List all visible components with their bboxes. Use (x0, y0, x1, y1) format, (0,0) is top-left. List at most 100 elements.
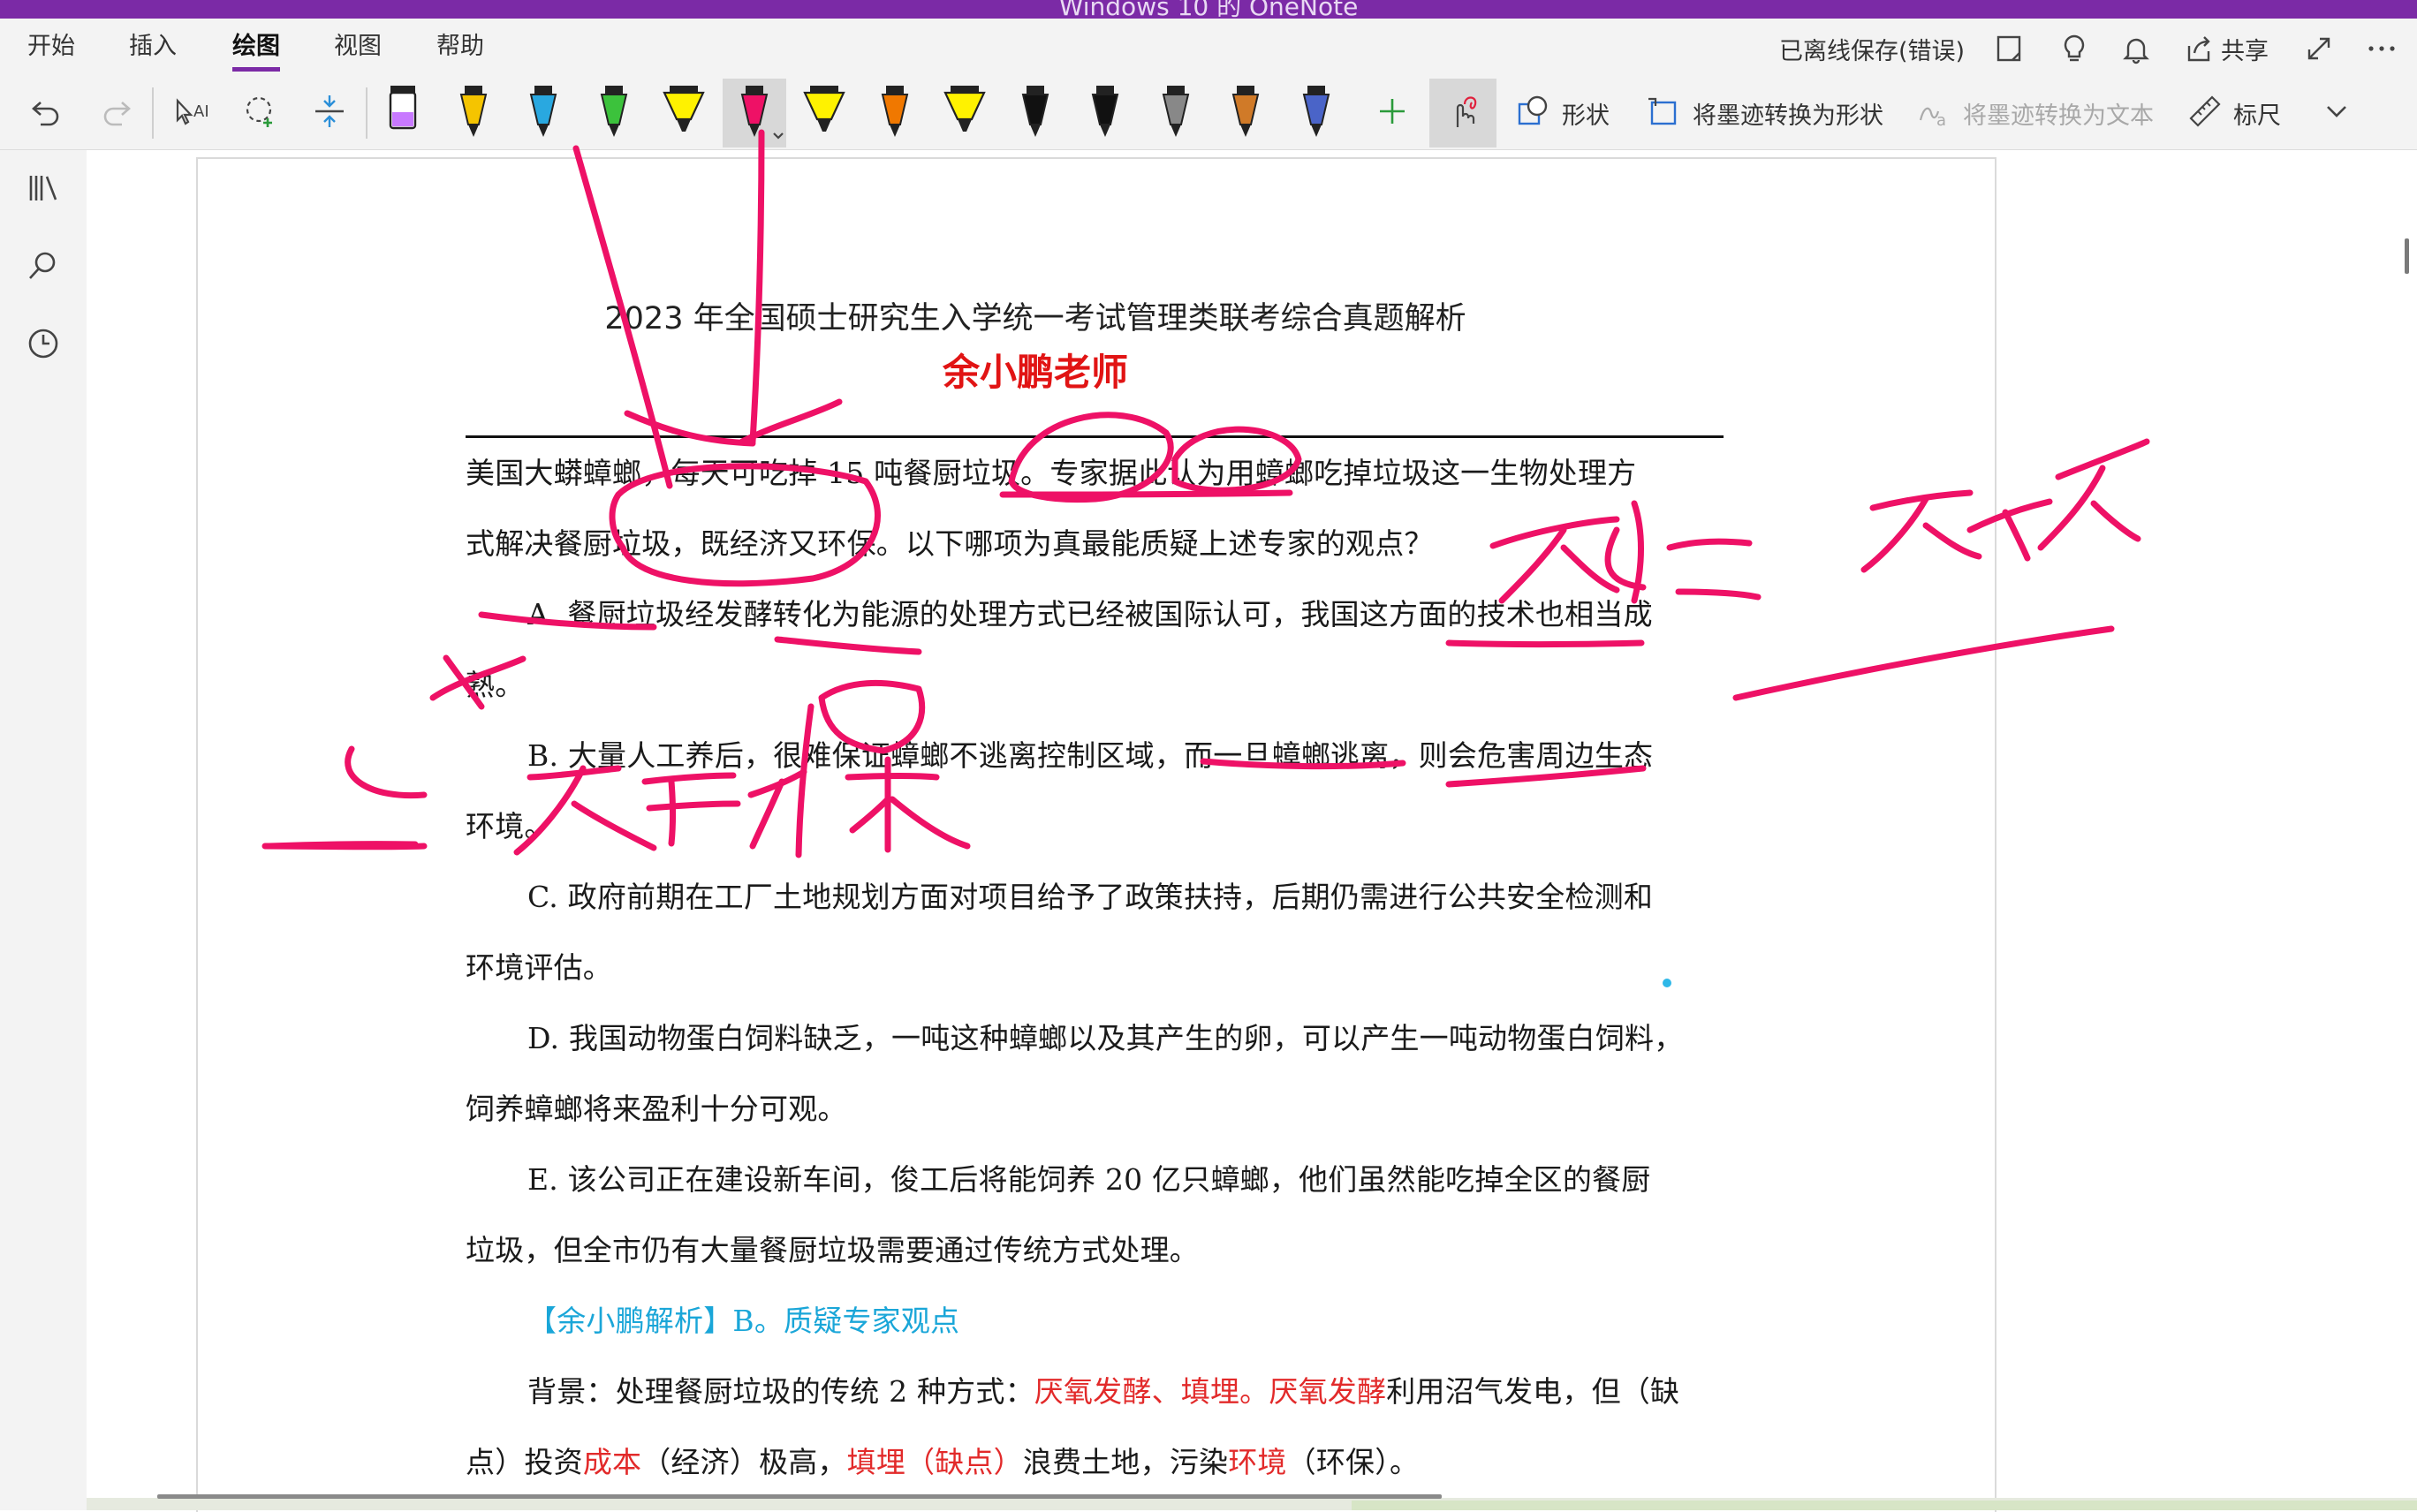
document-image: 2023 年全国硕士研究生入学统一考试管理类联考综合真题解析 余小鹏老师 美国大… (198, 159, 1995, 1512)
tab-home[interactable]: 开始 (27, 31, 75, 73)
pen-tool-14[interactable] (1292, 79, 1341, 147)
redo-icon (99, 94, 134, 132)
pen-tool-4[interactable] (589, 79, 639, 147)
pen-tool-10[interactable] (1011, 79, 1060, 147)
ink-to-shape-icon (1647, 94, 1682, 132)
emphasis-text: 环境 (1228, 1445, 1287, 1479)
option-c-line: C. 政府前期在工厂土地规划方面对项目给予了政策扶持，后期仍需进行公共安全检测和 (527, 880, 1654, 914)
lightbulb-icon[interactable] (2058, 31, 2090, 66)
tab-draw[interactable]: 绘图 (232, 31, 280, 73)
note-page[interactable]: 2023 年全国硕士研究生入学统一考试管理类联考综合真题解析 余小鹏老师 美国大… (196, 157, 1996, 1512)
pen-icon (1162, 86, 1189, 137)
undo-icon (28, 94, 64, 132)
draw-toolbar: AI 形状 将墨迹转换为形状 a 将墨迹转换为文本 标尺 (0, 77, 2417, 150)
share-label: 共享 (2221, 37, 2269, 65)
pen-tool-9[interactable] (940, 79, 989, 147)
plus-icon (1375, 94, 1410, 132)
background-text: 利用沼气发电，但（缺 (1386, 1374, 1680, 1409)
notes-icon[interactable] (1993, 31, 2025, 66)
share-button[interactable]: 共享 (2184, 31, 2269, 66)
highlighter-icon (663, 86, 705, 132)
pen-icon (1021, 86, 1049, 137)
ink-to-text-icon: a (1917, 94, 1952, 132)
undo-button[interactable] (25, 82, 67, 144)
background-text: 浪费土地，污染 (1022, 1445, 1229, 1479)
ruler-icon (2187, 94, 2223, 132)
background-line: 背景：处理餐厨垃圾的传统 2 种方式：厌氧发酵、填埋。厌氧发酵利用沼气发电，但（… (527, 1372, 1724, 1411)
option-a-line: A. 餐厨垃圾经发酵转化为能源的处理方式已经被国际认可，我国这方面的技术也相当成 (527, 597, 1653, 631)
tab-insert[interactable]: 插入 (129, 31, 177, 73)
horizontal-scroll-region (1352, 1501, 2417, 1510)
insert-space-icon (310, 92, 349, 134)
toolbar-overflow-button[interactable] (2315, 82, 2359, 144)
share-icon (2184, 34, 2214, 64)
pen-tool-5[interactable] (659, 79, 708, 147)
pen-tool-6[interactable] (722, 79, 786, 147)
cursor-text-icon: AI (172, 94, 211, 132)
exam-title: 2023 年全国硕士研究生入学统一考试管理类联考综合真题解析 (604, 301, 1466, 336)
ink-to-shape-button[interactable]: 将墨迹转换为形状 (1647, 82, 1894, 144)
pen-tool-3[interactable] (519, 79, 568, 147)
pen-icon (1302, 86, 1330, 137)
author-name: 余小鹏老师 (942, 351, 1128, 394)
search-icon[interactable] (19, 242, 67, 290)
pen-icon (1231, 86, 1260, 137)
sync-status[interactable]: 已离线保存(错误) (1779, 31, 1965, 66)
type-select-button[interactable]: AI (168, 82, 216, 144)
pen-tool-2[interactable] (449, 79, 498, 147)
pen-tool-11[interactable] (1080, 79, 1130, 147)
title-bar: Windows 10 的 OneNote (0, 0, 2417, 21)
toolbar-divider (366, 87, 367, 139)
ruler-button[interactable]: 标尺 (2187, 82, 2293, 144)
notebooks-icon[interactable] (19, 164, 67, 212)
page-canvas[interactable]: 2023 年全国硕士研究生入学统一考试管理类联考综合真题解析 余小鹏老师 美国大… (87, 150, 2417, 1512)
tab-view[interactable]: 视图 (334, 31, 382, 73)
option-b-line: B. 大量人工养后，很难保证蟑螂不逃离控制区域，而一旦蟑螂逃离，则会危害周边生态 (527, 738, 1654, 773)
more-icon[interactable] (2366, 31, 2398, 66)
pen-icon (1091, 86, 1119, 137)
lasso-icon (241, 92, 280, 134)
expand-icon[interactable] (2304, 31, 2334, 66)
menu-bar: 开始 插入 绘图 视图 帮助 已离线保存(错误) 共享 (0, 19, 2417, 77)
tab-help[interactable]: 帮助 (436, 31, 484, 73)
pen-icon (740, 86, 784, 140)
redo-button[interactable] (95, 82, 138, 144)
pen-icon (459, 86, 487, 137)
pen-tool-13[interactable] (1221, 79, 1270, 147)
svg-text:AI: AI (193, 102, 209, 121)
touch-draw-icon (1443, 92, 1482, 134)
option-e-line: 垃圾，但全市仍有大量餐厨垃圾需要通过传统方式处理。 (466, 1233, 1199, 1267)
pen-icon (881, 86, 908, 137)
lasso-select-button[interactable] (237, 82, 284, 144)
highlighter-icon (803, 86, 845, 132)
vertical-scrollbar[interactable] (2405, 238, 2409, 274)
highlighter-icon (943, 86, 986, 132)
chevron-down-icon (2323, 98, 2350, 128)
shapes-button[interactable]: 形状 (1516, 82, 1622, 144)
pen-tool-12[interactable] (1151, 79, 1201, 147)
recent-icon[interactable] (19, 320, 67, 367)
toolbar-divider (152, 87, 154, 139)
add-pen-button[interactable] (1368, 82, 1417, 144)
option-e-line: E. 该公司正在建设新车间，俊工后将能饲养 20 亿只蟑螂，他们虽然能吃掉全区的… (527, 1162, 1651, 1197)
background-text: （经济）极高， (641, 1445, 847, 1479)
ink-to-text-label: 将墨迹转换为文本 (1963, 102, 2154, 130)
pen-tool-7[interactable] (799, 79, 849, 147)
pen-icon (600, 86, 627, 137)
background-text: （环保）。 (1286, 1445, 1420, 1479)
pen-tool-1[interactable] (378, 79, 428, 147)
option-a-line: 熟。 (466, 668, 525, 702)
analysis-heading: 【余小鹏解析】B。质疑专家观点 (527, 1304, 960, 1338)
add-space-button[interactable] (306, 82, 353, 144)
header-rule (466, 435, 1724, 438)
highlighter-icon (389, 86, 417, 130)
ink-to-text-button: a 将墨迹转换为文本 (1917, 82, 2164, 144)
option-c-line: 环境评估。 (466, 950, 612, 985)
pen-tool-8[interactable] (870, 79, 920, 147)
touch-draw-button[interactable] (1429, 79, 1496, 147)
horizontal-scrollbar[interactable] (157, 1494, 1442, 1499)
option-b-line: 环境。 (466, 809, 554, 843)
option-d-line: D. 我国动物蛋白饲料缺乏，一吨这种蟑螂以及其产生的卵，可以产生一吨动物蛋白饲料… (527, 1021, 1684, 1055)
bell-icon[interactable] (2120, 31, 2152, 66)
background-text: 点）投资 (466, 1445, 583, 1479)
